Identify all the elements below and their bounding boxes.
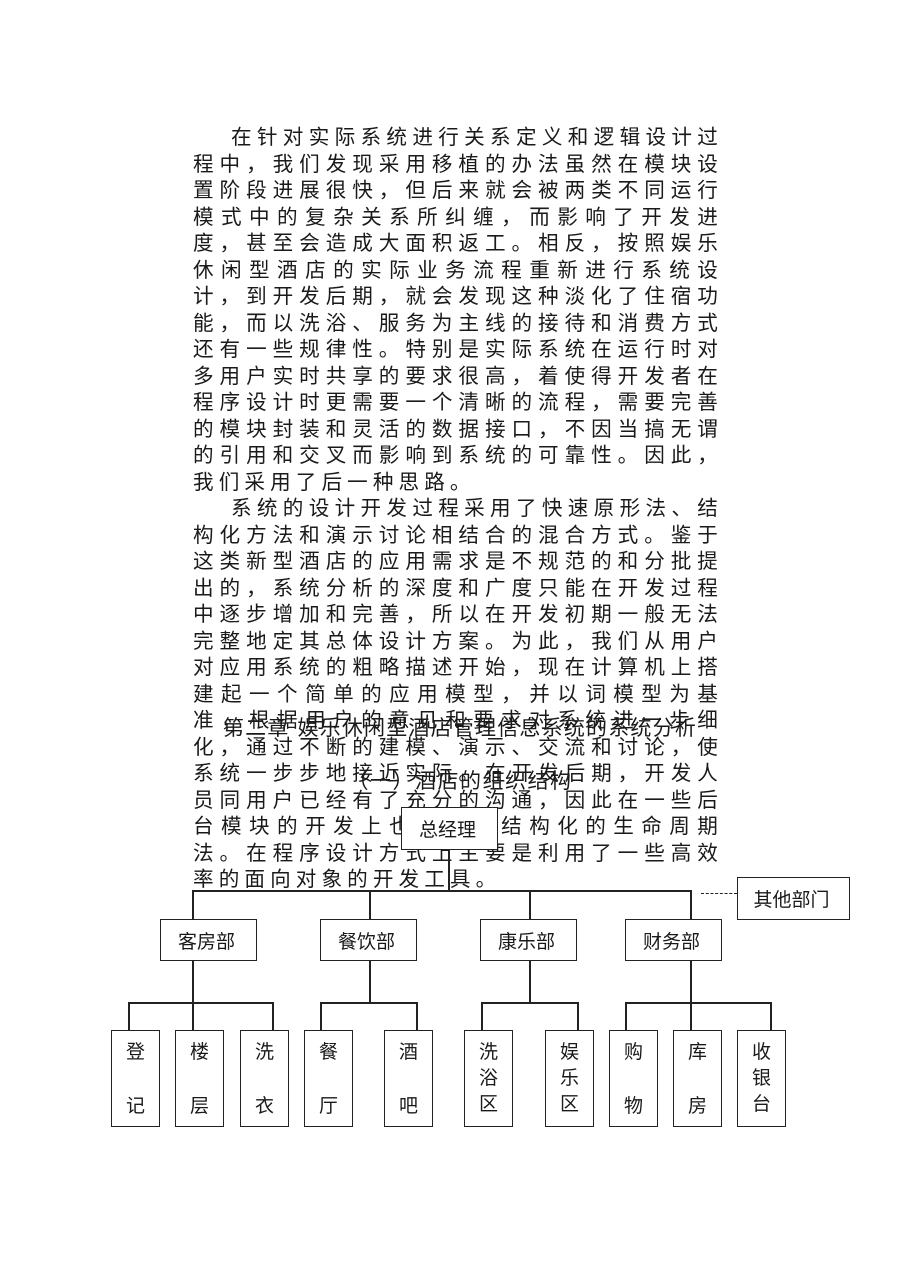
connector xyxy=(320,1002,322,1030)
connector xyxy=(625,1002,771,1004)
connector xyxy=(577,1002,579,1030)
connector xyxy=(192,961,194,1003)
connector xyxy=(690,890,692,919)
connector xyxy=(192,890,691,892)
org-node-dept: 餐饮部 xyxy=(320,919,417,961)
org-node-label: 其他部门 xyxy=(753,889,830,911)
connector xyxy=(690,1002,692,1030)
org-node-label: 财务部 xyxy=(642,930,700,953)
org-node-char: 台 xyxy=(751,1093,771,1116)
org-node-root: 总经理 xyxy=(401,807,498,850)
org-node-unit: 洗浴区 xyxy=(464,1030,513,1127)
org-node-char: 购 xyxy=(623,1041,643,1063)
org-node-char: 浴 xyxy=(478,1066,498,1089)
org-node-label: 总经理 xyxy=(418,819,476,841)
org-node-other: 其他部门 xyxy=(737,877,850,920)
org-node-char: 衣 xyxy=(254,1095,274,1117)
document-page: 在针对实际系统进行关系定义和逻辑设计过程中，我们发现采用移植的办法虽然在模块设置… xyxy=(0,0,920,1264)
org-chart: 总经理 其他部门 客房部 餐饮部 康乐部 财务部 登 记 楼 层 洗 衣 餐 厅… xyxy=(0,0,920,1264)
org-node-char: 区 xyxy=(559,1093,579,1116)
org-node-char: 娱 xyxy=(559,1040,579,1063)
org-node-char: 物 xyxy=(623,1095,643,1117)
org-node-unit: 酒吧 xyxy=(384,1030,433,1127)
connector xyxy=(369,890,371,919)
org-node-char: 记 xyxy=(125,1095,145,1117)
connector xyxy=(128,1002,130,1030)
org-node-unit: 楼层 xyxy=(175,1030,224,1127)
org-node-dept: 客房部 xyxy=(160,919,257,961)
org-node-unit: 洗衣 xyxy=(240,1030,289,1127)
org-node-char: 洗 xyxy=(478,1040,498,1063)
org-node-label: 餐饮部 xyxy=(337,930,395,953)
connector xyxy=(192,890,194,919)
connector xyxy=(320,1002,417,1004)
connector xyxy=(416,1002,418,1030)
org-node-unit: 收银台 xyxy=(737,1030,786,1127)
connector xyxy=(128,1002,273,1004)
org-node-unit: 库房 xyxy=(673,1030,722,1127)
org-node-label: 客房部 xyxy=(177,930,235,953)
connector xyxy=(529,890,531,919)
org-node-unit: 餐厅 xyxy=(304,1030,353,1127)
connector xyxy=(369,961,371,1003)
org-node-char: 层 xyxy=(189,1095,209,1117)
org-node-char: 登 xyxy=(125,1041,145,1063)
org-node-char: 区 xyxy=(478,1093,498,1116)
org-node-dept: 财务部 xyxy=(625,919,722,961)
org-node-char: 楼 xyxy=(189,1041,209,1063)
org-node-unit: 登记 xyxy=(111,1030,160,1127)
org-node-char: 收 xyxy=(751,1040,771,1063)
connector xyxy=(272,1002,274,1030)
org-node-unit: 购物 xyxy=(609,1030,658,1127)
org-node-char: 酒 xyxy=(398,1041,418,1063)
org-node-label: 康乐部 xyxy=(497,930,555,953)
org-node-char: 餐 xyxy=(318,1041,338,1063)
connector xyxy=(192,1002,194,1030)
org-node-char: 房 xyxy=(687,1095,707,1117)
org-node-char: 库 xyxy=(687,1041,707,1063)
connector xyxy=(690,961,692,1003)
org-node-char: 乐 xyxy=(559,1066,579,1089)
org-node-char: 吧 xyxy=(398,1095,418,1117)
connector xyxy=(625,1002,627,1030)
org-node-char: 洗 xyxy=(254,1041,274,1063)
connector xyxy=(481,1002,578,1004)
connector xyxy=(770,1002,772,1030)
connector xyxy=(481,1002,483,1030)
connector xyxy=(448,850,450,891)
dashed-connector xyxy=(701,893,737,894)
org-node-char: 厅 xyxy=(318,1095,338,1117)
org-node-char: 银 xyxy=(751,1066,771,1089)
connector xyxy=(529,961,531,1003)
org-node-dept: 康乐部 xyxy=(480,919,577,961)
org-node-unit: 娱乐区 xyxy=(545,1030,594,1127)
